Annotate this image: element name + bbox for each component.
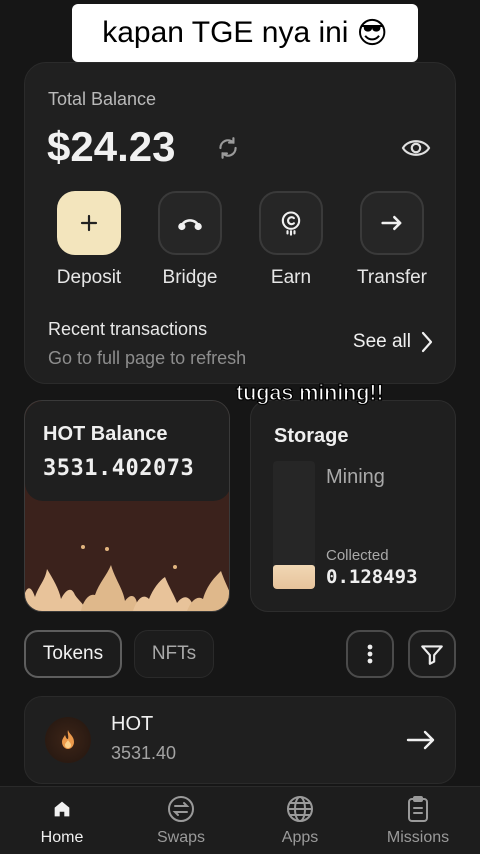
recent-transactions-title: Recent transactions (48, 319, 208, 339)
swap-icon (167, 795, 195, 823)
total-balance-label: Total Balance (48, 89, 157, 109)
more-options-button[interactable] (346, 630, 394, 678)
nav-apps[interactable]: Apps (240, 795, 360, 847)
tab-nfts[interactable]: NFTs (134, 630, 214, 678)
bridge-icon (178, 219, 202, 231)
clipboard-icon (404, 795, 432, 823)
eye-icon[interactable] (401, 135, 431, 161)
transfer-action[interactable]: Transfer (342, 191, 442, 289)
token-amount: 3531.40 (111, 743, 177, 763)
earn-label: Earn (270, 267, 312, 288)
deposit-action[interactable]: Deposit (39, 191, 139, 289)
flames-illustration-icon (25, 545, 229, 611)
storage-progress-fill (273, 564, 315, 589)
nav-home[interactable]: Home (2, 795, 122, 847)
nav-missions-label: Missions (386, 829, 450, 846)
hot-balance-title: HOT Balance (43, 423, 168, 445)
globe-icon (286, 795, 314, 823)
collected-label: Collected (326, 547, 389, 564)
deposit-button[interactable] (57, 191, 121, 255)
balance-card: Total Balance $24.23 Deposit Bridge Earn… (24, 62, 456, 384)
sunglasses-emoji-icon: 😎 (356, 15, 388, 51)
see-all-label: See all (352, 331, 411, 352)
total-balance-amount: $24.23 (47, 123, 176, 170)
hot-balance-header (25, 401, 229, 501)
tab-tokens[interactable]: Tokens (24, 630, 122, 678)
chevron-right-icon (421, 331, 433, 353)
deposit-label: Deposit (56, 267, 122, 288)
filter-button[interactable] (408, 630, 456, 678)
collected-value: 0.128493 (326, 566, 418, 588)
bridge-action[interactable]: Bridge (140, 191, 240, 289)
storage-card[interactable]: Storage Mining Collected 0.128493 (250, 400, 456, 612)
more-vertical-icon (367, 644, 373, 664)
home-icon (48, 795, 76, 823)
overlay-mining-note: tugas mining!! (235, 379, 384, 405)
plus-icon (80, 214, 98, 232)
caption-text: kapan TGE nya ini (102, 16, 349, 49)
see-all-link[interactable]: See all (353, 331, 433, 353)
transfer-button[interactable] (360, 191, 424, 255)
earn-coin-icon (281, 211, 301, 236)
token-name: HOT (111, 713, 154, 735)
hot-balance-card[interactable]: HOT Balance 3531.402073 (24, 400, 230, 612)
storage-title: Storage (274, 425, 349, 447)
mining-status-label: Mining (326, 466, 385, 488)
bottom-nav: Home Swaps Apps Missions (0, 786, 480, 854)
filter-icon (421, 645, 443, 665)
refresh-icon[interactable] (215, 135, 241, 161)
arrow-right-icon[interactable] (405, 727, 437, 753)
hot-flame-icon (45, 717, 91, 763)
arrow-right-icon (381, 215, 402, 231)
hot-balance-value: 3531.402073 (43, 456, 195, 481)
storage-progress-bar (273, 461, 315, 589)
transfer-label: Transfer (356, 267, 428, 288)
nav-swaps-label: Swaps (156, 829, 206, 846)
bridge-label: Bridge (162, 267, 218, 288)
nav-apps-label: Apps (281, 829, 319, 846)
recent-transactions-hint: Go to full page to refresh (48, 348, 247, 368)
nav-missions[interactable]: Missions (358, 795, 478, 847)
earn-action[interactable]: Earn (241, 191, 341, 289)
bridge-button[interactable] (158, 191, 222, 255)
nav-swaps[interactable]: Swaps (121, 795, 241, 847)
overlay-caption: kapan TGE nya ini 😎 (72, 4, 418, 62)
token-row-hot[interactable]: HOT 3531.40 (24, 696, 456, 784)
nav-home-label: Home (40, 829, 84, 846)
earn-button[interactable] (259, 191, 323, 255)
